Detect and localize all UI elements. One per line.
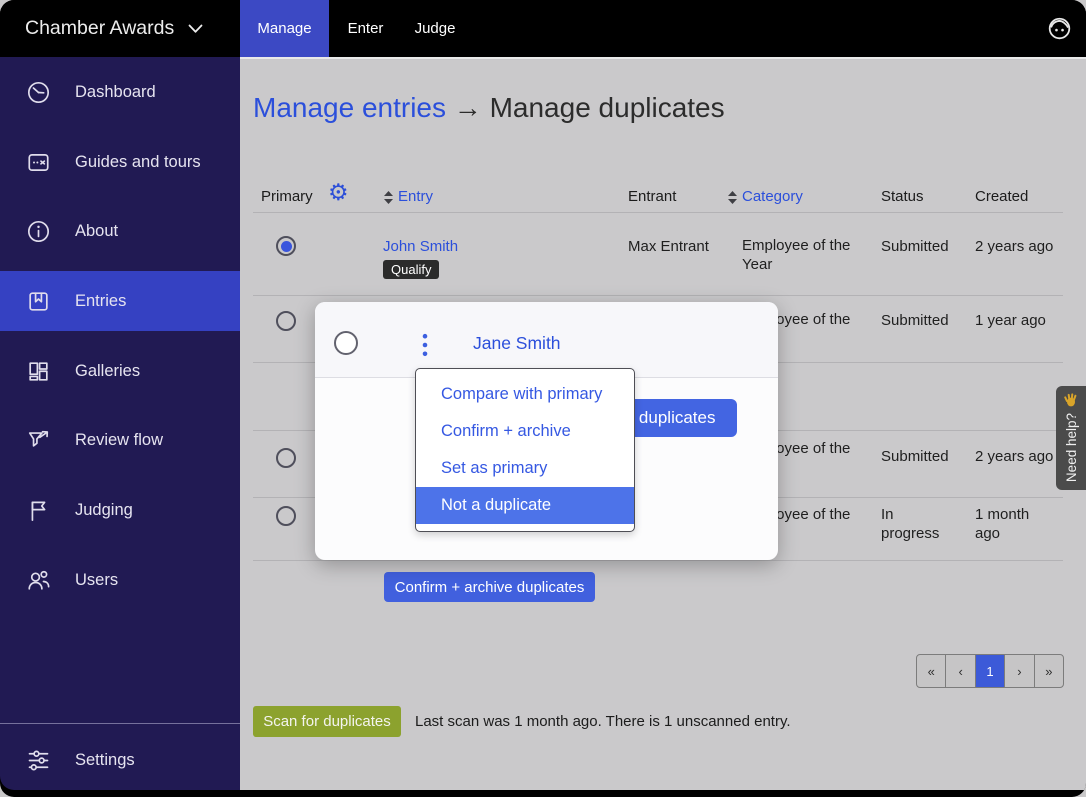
flag-icon — [25, 497, 52, 524]
col-header-primary: Primary — [261, 188, 313, 205]
col-header-status: Status — [881, 188, 924, 205]
status-cell: Submitted — [881, 311, 949, 330]
sidebar-item-label: Users — [75, 571, 118, 590]
dashboard-icon — [25, 79, 52, 106]
confirm-archive-duplicates-button[interactable]: Confirm + archive duplicates — [384, 572, 595, 602]
sidebar-item-label: Dashboard — [75, 83, 156, 102]
col-header-created: Created — [975, 188, 1028, 205]
category-cell: Employee of the Year — [742, 236, 854, 274]
row-divider — [253, 560, 1063, 561]
scan-for-duplicates-button[interactable]: Scan for duplicates — [253, 706, 401, 737]
row-divider — [253, 295, 1063, 296]
status-cell: Submitted — [881, 447, 949, 466]
breadcrumb-arrow: → — [454, 92, 482, 123]
sidebar-item-label: About — [75, 222, 118, 241]
tab-label: Enter — [348, 20, 384, 37]
entry-link[interactable]: Jane Smith — [473, 333, 561, 354]
app-title: Chamber Awards — [25, 17, 174, 40]
app-window: Chamber Awards Manage Enter Judge Dashbo… — [0, 0, 1086, 797]
need-help-label: Need help? — [1064, 413, 1079, 482]
col-header-category[interactable]: Category — [742, 188, 803, 205]
entrant-cell: Max Entrant — [628, 237, 709, 256]
sidebar-item-label: Settings — [75, 751, 135, 770]
gear-icon[interactable]: ⚙ — [328, 181, 349, 204]
topnav-tab-judge[interactable]: Judge — [402, 0, 468, 57]
pagination-prev-button[interactable]: ‹ — [945, 655, 974, 687]
account-face-icon[interactable] — [1046, 15, 1073, 42]
created-cell: 1 month ago — [975, 505, 1035, 543]
pagination-next-button[interactable]: › — [1004, 655, 1033, 687]
primary-radio-row2[interactable] — [276, 311, 296, 331]
map-icon — [25, 149, 52, 176]
sidebar-item-judging[interactable]: Judging — [0, 480, 240, 540]
app-switcher[interactable]: Chamber Awards — [25, 0, 203, 57]
status-cell: Submitted — [881, 237, 949, 256]
sidebar-item-guides-and-tours[interactable]: Guides and tours — [0, 132, 240, 192]
menu-item-compare-with-primary[interactable]: Compare with primary — [416, 376, 634, 413]
bookmark-icon — [25, 288, 52, 315]
page-title: Manage entries → Manage duplicates — [253, 92, 725, 124]
created-cell: 2 years ago — [975, 237, 1053, 256]
sidebar-item-label: Judging — [75, 501, 133, 520]
sidebar-item-dashboard[interactable]: Dashboard — [0, 62, 240, 122]
col-header-entry[interactable]: Entry — [398, 188, 433, 205]
tiles-icon — [25, 358, 52, 385]
sidebar-item-review-flow[interactable]: Review flow — [0, 410, 240, 470]
sidebar-item-label: Galleries — [75, 362, 140, 381]
topnav-tab-enter[interactable]: Enter — [329, 0, 402, 57]
sort-category-icon[interactable] — [727, 190, 738, 205]
sidebar-item-label: Review flow — [75, 431, 163, 450]
sidebar-item-about[interactable]: About — [0, 201, 240, 261]
sidebar-item-users[interactable]: Users — [0, 550, 240, 610]
sidebar: Dashboard Guides and tours About Entries… — [0, 57, 240, 790]
chevron-down-icon — [188, 24, 203, 34]
pagination: « ‹ 1 › » — [916, 654, 1064, 688]
flow-arrow-icon — [25, 427, 52, 454]
tab-label: Manage — [257, 20, 311, 37]
sort-entry-icon[interactable] — [383, 190, 394, 205]
col-header-entrant: Entrant — [628, 188, 676, 205]
entry-link[interactable]: John Smith — [383, 237, 458, 256]
sidebar-item-entries[interactable]: Entries — [0, 271, 240, 331]
sidebar-divider — [0, 723, 240, 724]
last-scan-status-text: Last scan was 1 month ago. There is 1 un… — [415, 713, 791, 730]
primary-radio-popover[interactable] — [334, 331, 358, 355]
pagination-last-button[interactable]: » — [1034, 655, 1063, 687]
page-title-text: Manage duplicates — [490, 92, 725, 123]
sliders-icon — [25, 747, 52, 774]
need-help-tab[interactable]: Need help? — [1056, 386, 1086, 490]
primary-radio-row1[interactable] — [276, 236, 296, 256]
wave-hand-icon — [1064, 393, 1078, 407]
kebab-menu-icon[interactable] — [422, 333, 428, 357]
sidebar-item-galleries[interactable]: Galleries — [0, 341, 240, 401]
topnav-tab-manage[interactable]: Manage — [240, 0, 329, 57]
sidebar-item-label: Guides and tours — [75, 153, 201, 172]
pagination-first-button[interactable]: « — [917, 655, 945, 687]
created-cell: 2 years ago — [975, 447, 1053, 466]
row-actions-menu: Compare with primary Confirm + archive S… — [415, 368, 635, 532]
info-icon — [25, 218, 52, 245]
sidebar-item-label: Entries — [75, 292, 126, 311]
row-divider — [253, 212, 1063, 213]
primary-radio-row3[interactable] — [276, 448, 296, 468]
menu-item-confirm-archive[interactable]: Confirm + archive — [416, 413, 634, 450]
menu-item-set-as-primary[interactable]: Set as primary — [416, 450, 634, 487]
users-icon — [25, 567, 52, 594]
topbar: Chamber Awards Manage Enter Judge — [0, 0, 1086, 57]
duplicate-row-popover: Jane Smith Confirm + archive duplicates … — [315, 302, 778, 560]
menu-item-not-a-duplicate[interactable]: Not a duplicate — [416, 487, 634, 524]
top-highlight-line — [240, 57, 1086, 59]
status-cell: In progress — [881, 505, 945, 543]
sidebar-item-settings[interactable]: Settings — [0, 730, 240, 790]
qualify-badge: Qualify — [383, 260, 439, 279]
tab-label: Judge — [415, 20, 456, 37]
breadcrumb-link[interactable]: Manage entries — [253, 92, 446, 123]
primary-radio-row4[interactable] — [276, 506, 296, 526]
pagination-page-1-button[interactable]: 1 — [975, 655, 1004, 687]
created-cell: 1 year ago — [975, 311, 1046, 330]
main-content: Manage entries → Manage duplicates Prima… — [240, 57, 1086, 790]
